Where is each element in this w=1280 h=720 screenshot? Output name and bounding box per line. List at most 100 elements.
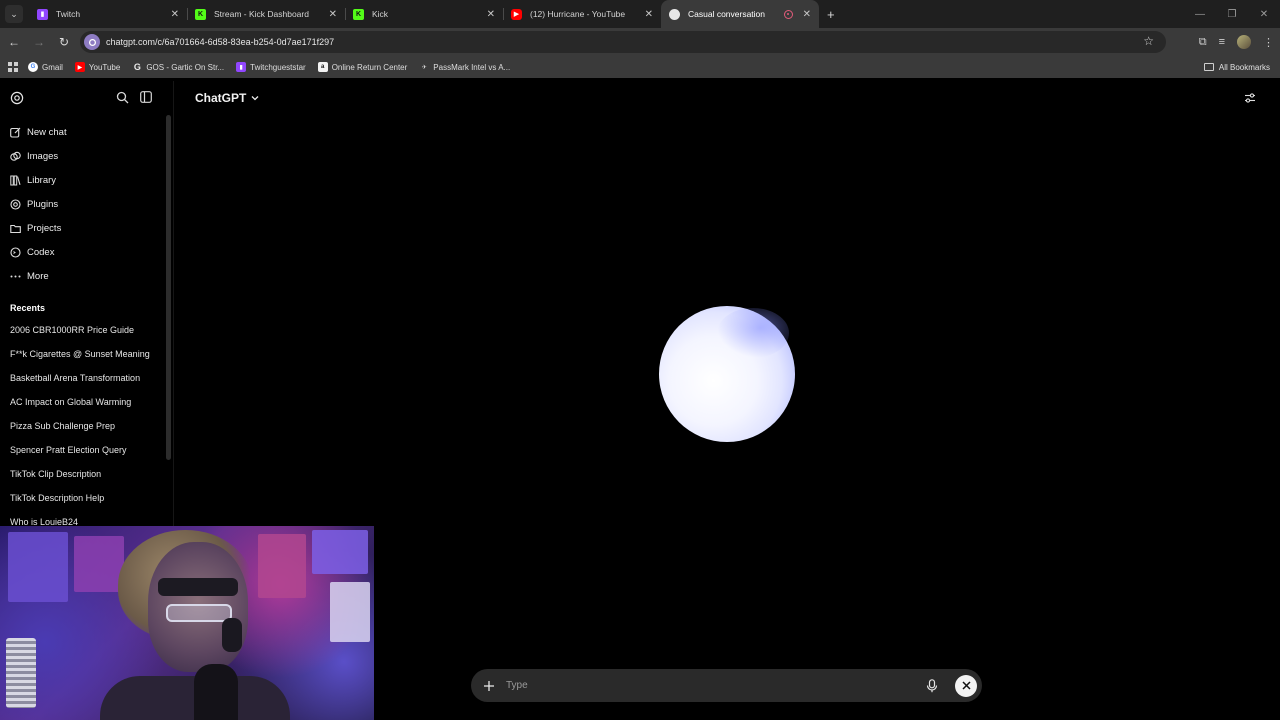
restore-icon[interactable]: ❐ (1216, 9, 1248, 20)
bookmark-online-return-center[interactable]: a Online Return Center (317, 62, 407, 72)
sunglasses (166, 604, 232, 622)
all-bookmarks-label: All Bookmarks (1218, 62, 1270, 72)
address-bar[interactable]: chatgpt.com/c/6a701664-6d58-83ea-b254-0d… (80, 31, 1166, 53)
bookmark-label: Gmail (42, 62, 63, 72)
bookmark-youtube[interactable]: ▶ YouTube (74, 62, 121, 72)
tab-casual-conversation[interactable]: Casual conversation ✕ (661, 0, 819, 28)
sidebar-item-images[interactable]: Images (10, 151, 58, 162)
sidebar-item-label: Images (27, 151, 59, 162)
recents-heading: Recents (10, 303, 46, 313)
bookmark-gos[interactable]: G GOS - Gartic On Str... (132, 62, 224, 72)
headband (158, 578, 238, 596)
google-icon: G (28, 62, 38, 72)
profile-avatar[interactable] (1237, 35, 1251, 49)
recent-chat-item[interactable]: Basketball Arena Transformation (10, 373, 140, 383)
close-icon[interactable]: ✕ (487, 9, 495, 20)
kick-icon: K (195, 8, 206, 20)
tab-kick[interactable]: K Kick ✕ (345, 0, 503, 28)
all-bookmarks-button[interactable]: All Bookmarks (1203, 56, 1270, 78)
close-icon[interactable]: ✕ (171, 9, 179, 20)
menu-icon[interactable]: ⋮ (1263, 36, 1274, 49)
microphone (194, 664, 238, 720)
sidebar-item-new-chat[interactable]: New chat (10, 127, 67, 138)
plugins-icon (10, 199, 21, 210)
tab-title: (12) Hurricane - YouTube (530, 9, 626, 19)
site-info-icon[interactable] (84, 34, 100, 50)
plus-icon[interactable] (482, 679, 496, 693)
tab-twitch[interactable]: ▮ Twitch ✕ (29, 0, 187, 28)
amazon-icon: a (317, 62, 328, 72)
reload-button[interactable]: ↻ (53, 35, 75, 49)
close-icon[interactable]: ✕ (329, 9, 337, 20)
media-control-icon[interactable]: ≡ (1219, 36, 1225, 48)
youtube-icon: ▶ (511, 8, 522, 20)
wall-poster (258, 534, 306, 598)
close-icon[interactable]: ✕ (645, 9, 653, 20)
sidebar-item-label: Projects (27, 223, 62, 234)
tab-search-button[interactable]: ⌄ (5, 5, 23, 23)
new-tab-button[interactable]: + (827, 7, 835, 22)
sidebar-header (0, 81, 174, 115)
model-label: ChatGPT (195, 91, 247, 105)
sidebar-item-label: Library (27, 175, 57, 186)
close-icon[interactable]: ✕ (803, 9, 811, 20)
sidebar-item-library[interactable]: Library (10, 175, 56, 186)
window-controls: — ❐ ✕ (1184, 0, 1280, 28)
wall-poster (74, 536, 124, 592)
recent-chat-item[interactable]: F**k Cigarettes @ Sunset Meaning (10, 349, 150, 359)
sidebar-toggle-icon[interactable] (140, 91, 152, 103)
passmark-icon: ✈ (419, 62, 430, 72)
tab-youtube[interactable]: ▶ (12) Hurricane - YouTube ✕ (503, 0, 661, 28)
bookmark-label: YouTube (88, 62, 121, 72)
headset (222, 618, 242, 652)
more-icon (10, 275, 21, 278)
new-chat-icon (10, 127, 21, 138)
recent-chat-item[interactable]: Pizza Sub Challenge Prep (10, 421, 115, 431)
sidebar-item-projects[interactable]: Projects (10, 223, 61, 234)
codex-icon (10, 247, 21, 258)
model-selector[interactable]: ChatGPT (195, 91, 259, 105)
bookmark-label: PassMark Intel vs A... (433, 62, 511, 72)
extensions-icon[interactable]: ⧉ (1199, 36, 1207, 49)
microphone-icon[interactable] (926, 678, 938, 693)
voice-settings-icon[interactable] (1244, 92, 1256, 104)
recent-chat-item[interactable]: 2006 CBR1000RR Price Guide (10, 325, 134, 335)
recent-chat-item[interactable]: TikTok Description Help (10, 493, 104, 503)
bookmarks-bar: G Gmail ▶ YouTube G GOS - Gartic On Str.… (0, 56, 1280, 78)
bookmark-star-icon[interactable]: ☆ (1143, 34, 1154, 48)
composer-bar (471, 669, 982, 702)
recent-chat-item[interactable]: AC Impact on Global Warming (10, 397, 131, 407)
sidebar-scrollbar[interactable] (166, 115, 171, 460)
wall-poster (330, 582, 370, 642)
apps-grid-icon[interactable] (8, 62, 18, 72)
sidebar-item-label: More (27, 271, 49, 282)
sidebar-item-more[interactable]: More (10, 271, 49, 282)
end-voice-button[interactable] (955, 674, 977, 697)
message-input[interactable] (504, 679, 926, 692)
openai-logo-icon[interactable] (10, 91, 24, 105)
tab-title: Kick (372, 9, 389, 19)
close-window-icon[interactable]: ✕ (1248, 9, 1280, 20)
minimize-icon[interactable]: — (1184, 9, 1216, 20)
chevron-down-icon (251, 96, 259, 101)
recent-chat-item[interactable]: Spencer Pratt Election Query (10, 445, 127, 455)
sidebar-item-label: Plugins (27, 199, 59, 210)
search-icon[interactable] (116, 91, 129, 104)
webcam-overlay (0, 526, 374, 720)
toolbar-actions: ⧉ ≡ ⋮ (1199, 28, 1274, 56)
tab-kick-dashboard[interactable]: K Stream - Kick Dashboard ✕ (187, 0, 345, 28)
sidebar-item-plugins[interactable]: Plugins (10, 199, 58, 210)
bookmark-gmail[interactable]: G Gmail (28, 62, 63, 72)
kick-icon: K (353, 8, 364, 20)
recent-chat-item[interactable]: TikTok Clip Description (10, 469, 101, 479)
forward-button[interactable]: → (28, 35, 50, 49)
sidebar-item-codex[interactable]: Codex (10, 247, 54, 258)
bookmark-twitchgueststar[interactable]: ▮ Twitchgueststar (236, 62, 306, 72)
wall-poster (312, 530, 368, 574)
voice-mode-orb (659, 306, 795, 442)
browser-toolbar: ← → ↻ chatgpt.com/c/6a701664-6d58-83ea-b… (0, 28, 1280, 56)
bookmark-passmark[interactable]: ✈ PassMark Intel vs A... (419, 62, 510, 72)
twitch-icon: ▮ (236, 62, 247, 72)
sidebar-item-label: New chat (27, 127, 67, 138)
back-button[interactable]: ← (3, 35, 25, 49)
